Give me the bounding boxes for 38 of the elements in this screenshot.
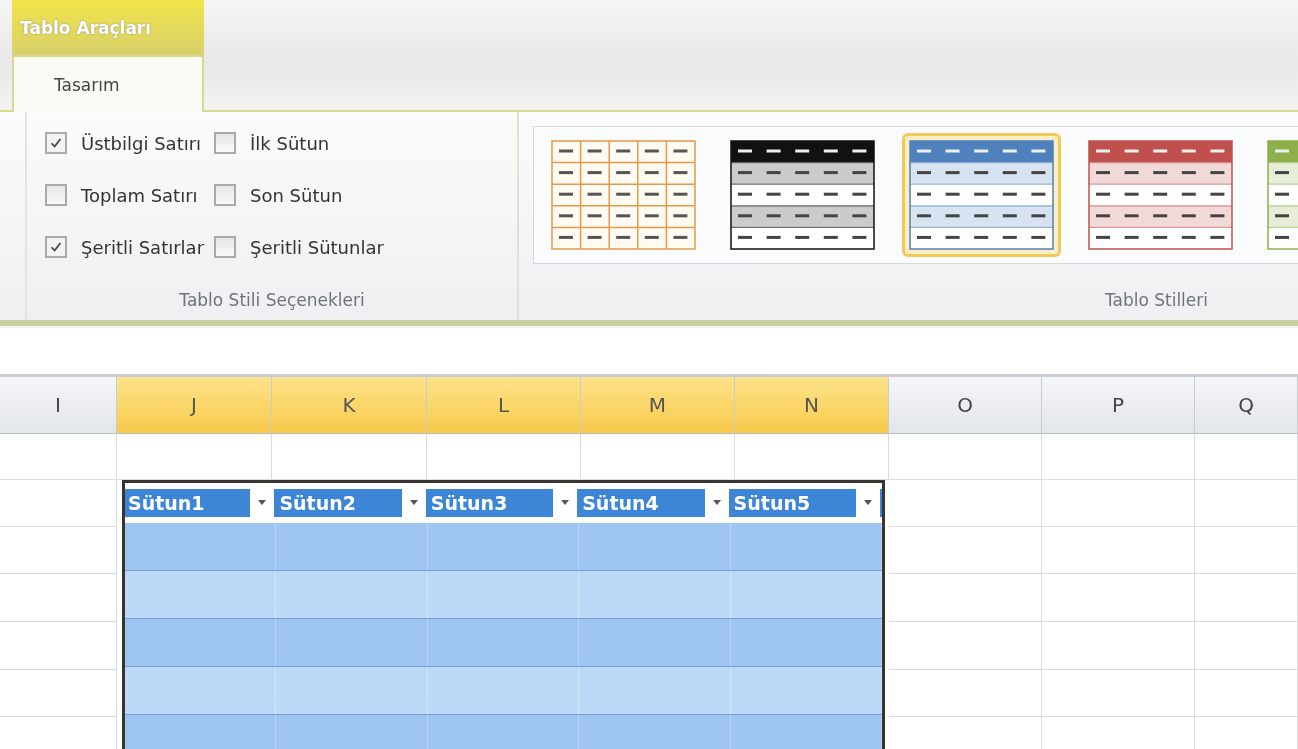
table-header-cell: Sütun2 [279,492,356,514]
column-header[interactable]: K [272,377,427,434]
option-label[interactable]: İlk Sütun [250,132,330,154]
table-header-cell: Sütun3 [430,492,508,514]
option-label[interactable]: Üstbilgi Satırı [81,132,202,154]
context-tab-label: Tablo Araçları [12,0,204,55]
column-header[interactable]: Q [1195,377,1298,434]
caret-icon [408,500,419,506]
checkmark-icon [49,136,63,150]
checkbox[interactable] [45,184,67,206]
checkbox[interactable] [45,236,67,258]
option-label[interactable]: Son Sütun [250,184,343,206]
option-label[interactable]: Toplam Satırı [81,184,198,206]
column-header[interactable]: I [0,377,117,434]
column-header[interactable]: M [581,377,735,434]
checkbox[interactable] [214,236,237,258]
checkmark-icon [49,240,63,254]
checkbox[interactable] [214,132,237,154]
table-style-option[interactable] [902,133,1061,257]
design-tab[interactable]: Tasarım [12,55,204,112]
table-header-cell: Sütun1 [128,492,205,514]
caret-icon [257,500,268,506]
column-header[interactable]: N [735,377,889,434]
caret-icon [711,500,722,506]
column-header[interactable]: P [1042,377,1195,434]
column-header[interactable]: L [427,377,581,434]
option-label[interactable]: Şeritli Satırlar [81,236,205,258]
group-label: Tablo Stilleri [1103,290,1209,310]
column-header[interactable]: O [889,377,1042,434]
checkbox[interactable] [214,184,237,206]
table-header-cell: Sütun4 [582,492,659,514]
column-header[interactable]: J [117,377,272,434]
caret-icon [863,500,873,506]
checkbox[interactable] [45,132,67,154]
option-label[interactable]: Şeritli Sütunlar [250,236,384,258]
table-header-cell: Sütun5 [733,492,811,514]
caret-icon [560,500,571,506]
group-label: Tablo Stili Seçenekleri [178,290,366,310]
